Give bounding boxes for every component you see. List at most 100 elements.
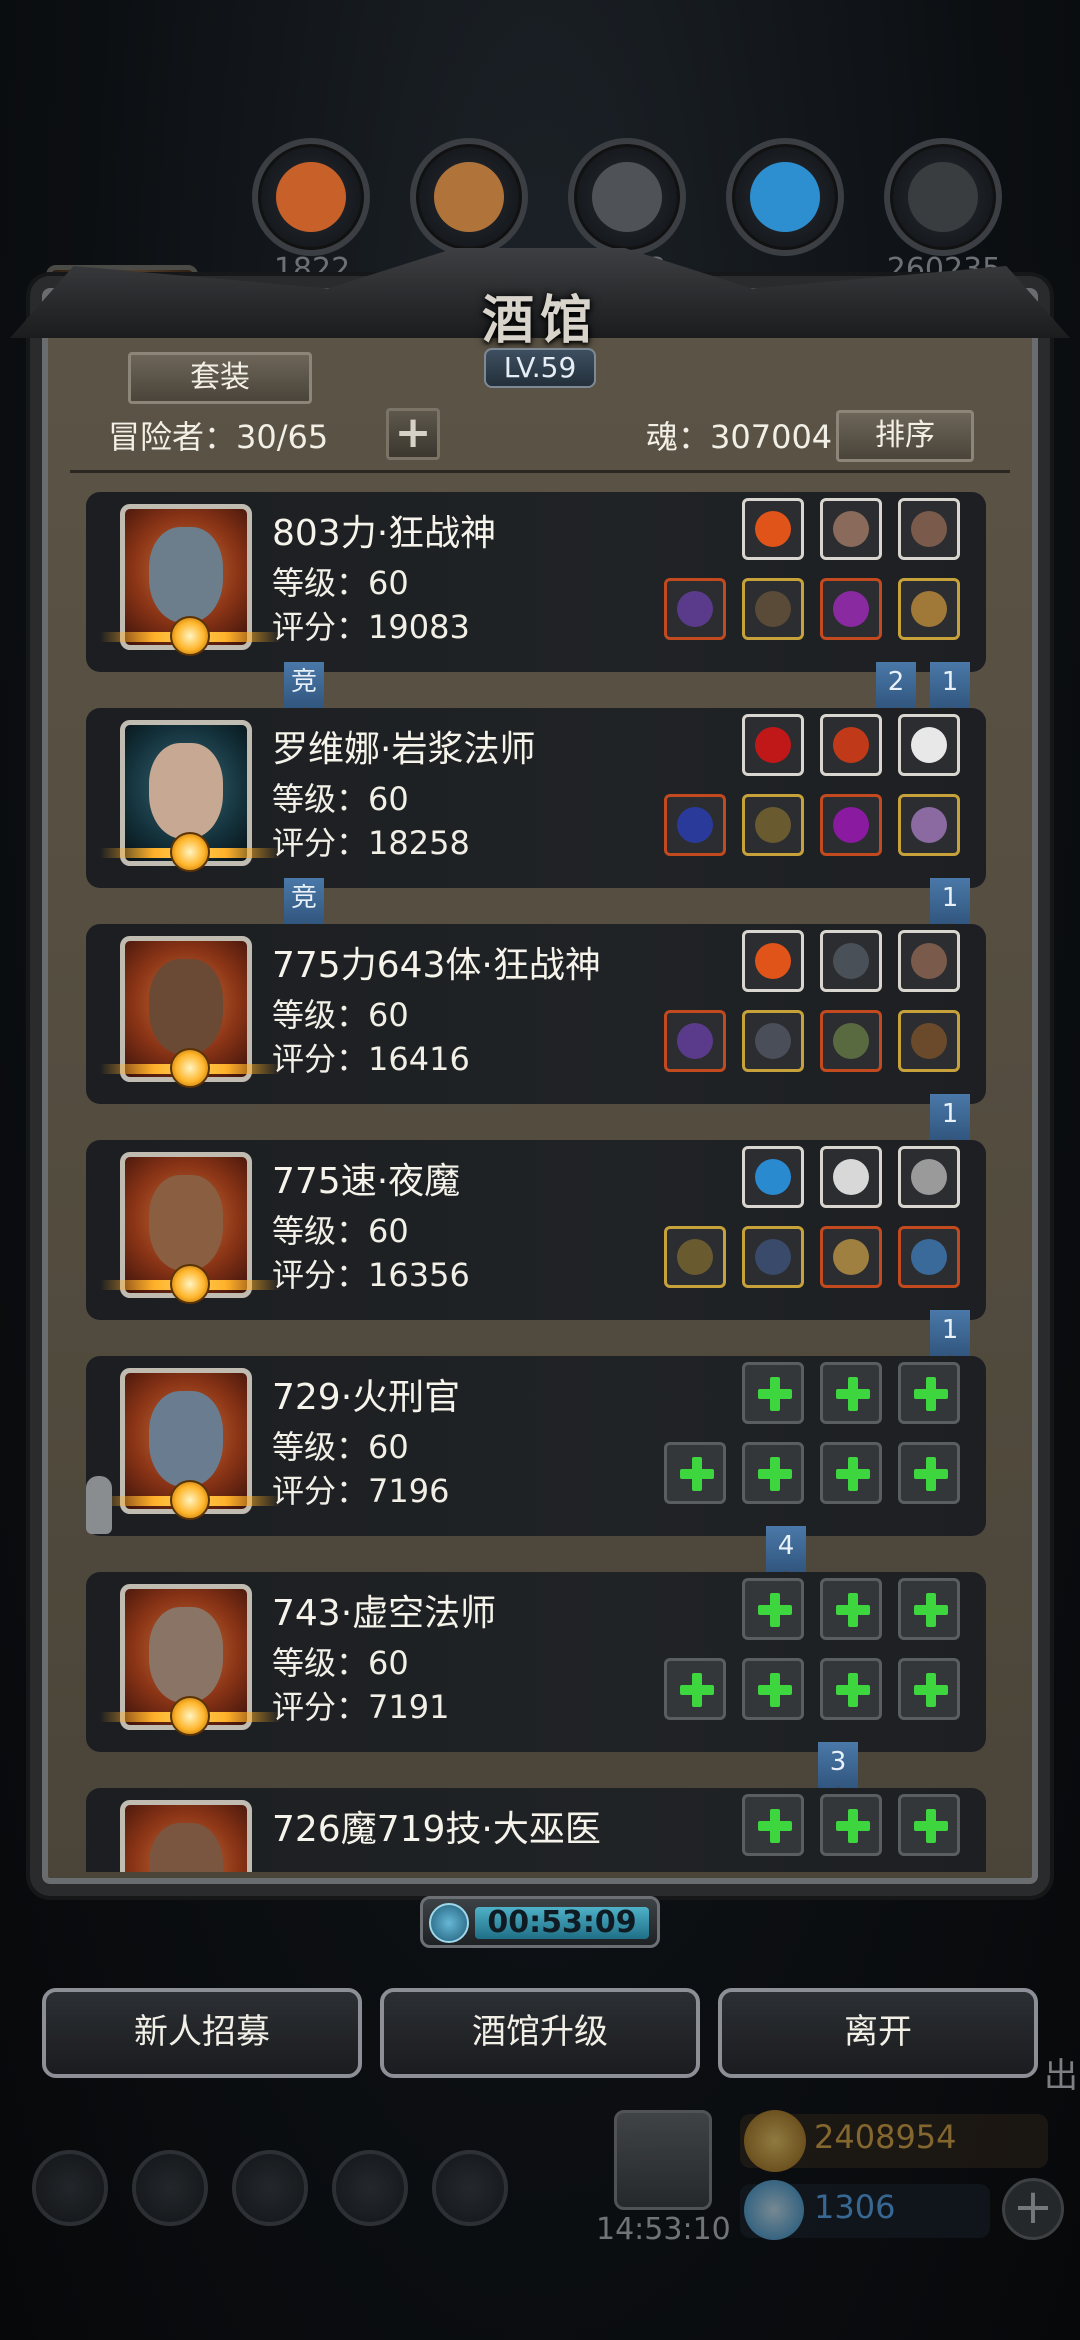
- settings-gear-icon[interactable]: [32, 2150, 108, 2226]
- axe-weapon-icon[interactable]: [664, 578, 726, 640]
- hero-card[interactable]: 726魔719技·大巫医: [86, 1788, 986, 1872]
- hero-card[interactable]: 803力·狂战神 等级：60 评分：19083: [86, 492, 986, 672]
- staff-weapon-icon[interactable]: [664, 794, 726, 856]
- hero-name: 罗维娜·岩浆法师: [272, 729, 536, 770]
- helmet-icon[interactable]: [820, 1010, 882, 1072]
- hero-portrait[interactable]: [120, 1800, 252, 1872]
- empty-slot-add-icon[interactable]: [742, 1578, 804, 1640]
- gold-amount: 2408954: [814, 2118, 957, 2156]
- empty-slot-add-icon[interactable]: [898, 1362, 960, 1424]
- fire-orb-icon[interactable]: [820, 714, 882, 776]
- frost-orb-icon[interactable]: [742, 1146, 804, 1208]
- armor-icon[interactable]: [742, 578, 804, 640]
- empty-slot-add-icon[interactable]: [742, 1362, 804, 1424]
- blood-orb-icon[interactable]: [742, 714, 804, 776]
- rank-emblem-icon: [100, 1048, 280, 1088]
- claw-icon[interactable]: [820, 498, 882, 560]
- hero-card[interactable]: 罗维娜·岩浆法师 等级：60 评分：18258: [86, 708, 986, 888]
- empty-slot-add-icon[interactable]: [898, 1658, 960, 1720]
- crescent-icon[interactable]: [820, 1146, 882, 1208]
- hero-name: 743·虚空法师: [272, 1593, 497, 1634]
- robe-icon[interactable]: [742, 794, 804, 856]
- hero-level: 等级：60: [272, 1644, 409, 1682]
- ring-icon[interactable]: [898, 794, 960, 856]
- hero-card[interactable]: 775力643体·狂战神 等级：60 评分：16416: [86, 924, 986, 1104]
- mask-icon[interactable]: [820, 930, 882, 992]
- scroll-icon[interactable]: [232, 2150, 308, 2226]
- expand-capacity-button[interactable]: +: [386, 408, 440, 460]
- rank-emblem-icon: [100, 1264, 280, 1304]
- refresh-timer: 00:53:09: [420, 1896, 660, 1948]
- helmet-icon[interactable]: [820, 578, 882, 640]
- running-figure-icon: [86, 1476, 112, 1534]
- armor-icon[interactable]: [742, 1010, 804, 1072]
- side-label: 出: [1044, 2056, 1078, 2096]
- clock-icon: [429, 1903, 469, 1943]
- hero-name: 775速·夜魔: [272, 1161, 461, 1202]
- empty-slot-add-icon[interactable]: [898, 1794, 960, 1856]
- hero-name: 803力·狂战神: [272, 513, 497, 554]
- sort-button[interactable]: 排序: [836, 410, 974, 462]
- empty-slot-add-icon[interactable]: [742, 1442, 804, 1504]
- rank-emblem-icon: [100, 832, 280, 872]
- timer-text: 00:53:09: [487, 1905, 637, 1940]
- feather-icon[interactable]: [898, 714, 960, 776]
- armor-icon[interactable]: [742, 1226, 804, 1288]
- medal-icon[interactable]: [820, 1226, 882, 1288]
- empty-slot-add-icon[interactable]: [820, 1658, 882, 1720]
- empty-slot-add-icon[interactable]: [820, 1578, 882, 1640]
- hero-card[interactable]: 775速·夜魔 等级：60 评分：16356: [86, 1140, 986, 1320]
- blade-icon[interactable]: [898, 1146, 960, 1208]
- hero-list[interactable]: 803力·狂战神 等级：60 评分：19083 竞 2 1 罗维娜·岩浆法师 等…: [54, 480, 1026, 1872]
- fire-rune-icon[interactable]: [742, 930, 804, 992]
- fire-rune-icon[interactable]: [742, 498, 804, 560]
- spear-weapon-icon[interactable]: [664, 1226, 726, 1288]
- star-icon[interactable]: [132, 2150, 208, 2226]
- adventurer-count: 冒险者：30/65: [108, 418, 329, 456]
- empty-slot-add-icon[interactable]: [664, 1442, 726, 1504]
- empty-slot-add-icon[interactable]: [820, 1794, 882, 1856]
- recruit-button[interactable]: 新人招募: [42, 1988, 362, 2078]
- empty-slot-add-icon[interactable]: [898, 1442, 960, 1504]
- ore-icon[interactable]: [568, 138, 686, 256]
- gem-amount: 1306: [814, 2188, 896, 2226]
- leave-button[interactable]: 离开: [718, 1988, 1038, 2078]
- hero-card[interactable]: 729·火刑官 等级：60 评分：7196: [86, 1356, 986, 1536]
- mask-icon[interactable]: [898, 1010, 960, 1072]
- meat-icon[interactable]: [252, 138, 370, 256]
- wood-icon[interactable]: [410, 138, 528, 256]
- gauntlet-icon[interactable]: [898, 1226, 960, 1288]
- hero-score: 评分：7196: [272, 1472, 450, 1510]
- empty-slot-add-icon[interactable]: [742, 1658, 804, 1720]
- claw-icon[interactable]: [898, 930, 960, 992]
- hero-name: 729·火刑官: [272, 1377, 461, 1418]
- hero-card[interactable]: 743·虚空法师 等级：60 评分：7191: [86, 1572, 986, 1752]
- tavern-level-badge: LV.59: [484, 348, 596, 388]
- empty-slot-add-icon[interactable]: [664, 1658, 726, 1720]
- axe-weapon-icon[interactable]: [664, 1010, 726, 1072]
- empty-slot-add-icon[interactable]: [820, 1362, 882, 1424]
- hero-score: 评分：19083: [272, 608, 470, 646]
- empty-slot-add-icon[interactable]: [898, 1578, 960, 1640]
- amulet-icon[interactable]: [820, 794, 882, 856]
- gift-box-icon[interactable]: [614, 2110, 712, 2210]
- gift-timer: 14:53:10: [596, 2212, 731, 2247]
- hero-level: 等级：60: [272, 780, 409, 818]
- set-button[interactable]: 套装: [128, 352, 312, 404]
- upgrade-tavern-button[interactable]: 酒馆升级: [380, 1988, 700, 2078]
- crystal-icon[interactable]: [726, 138, 844, 256]
- rank-emblem-icon: [100, 616, 280, 656]
- iron-icon[interactable]: [884, 138, 1002, 256]
- empty-slot-add-icon[interactable]: [820, 1442, 882, 1504]
- add-gems-button[interactable]: +: [1002, 2178, 1064, 2240]
- rank-emblem-icon: [100, 1480, 280, 1520]
- bracer-icon[interactable]: [898, 578, 960, 640]
- gem-icon: [744, 2180, 804, 2240]
- hero-name: 775力643体·狂战神: [272, 945, 601, 986]
- bottom-hud: 14:53:10 2408954 1306 +: [0, 2100, 1080, 2340]
- header-divider: [70, 470, 1010, 473]
- map-icon[interactable]: [432, 2150, 508, 2226]
- claw-icon[interactable]: [898, 498, 960, 560]
- empty-slot-add-icon[interactable]: [742, 1794, 804, 1856]
- mail-icon[interactable]: [332, 2150, 408, 2226]
